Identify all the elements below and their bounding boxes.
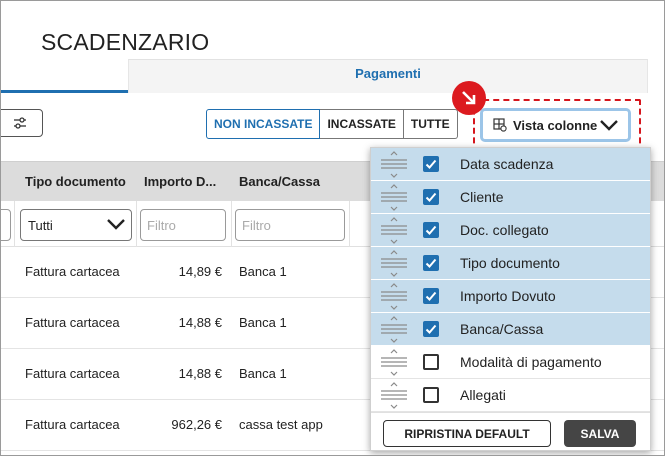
column-divider — [14, 201, 15, 247]
banca-filter-input[interactable]: Filtro — [235, 209, 345, 241]
importo-filter-input[interactable]: Filtro — [140, 209, 226, 241]
app-frame: SCADENZARIO Pagamenti NON INCASSATE INCA… — [0, 0, 665, 456]
drag-handle-icon[interactable] — [380, 316, 408, 343]
column-option-label: Allegati — [460, 387, 506, 403]
column-option-data-scadenza[interactable]: Data scadenza — [371, 148, 650, 181]
header-importo-dovuto[interactable]: Importo D... — [144, 174, 216, 189]
columns-menu-footer: RIPRISTINA DEFAULT SALVA — [371, 412, 650, 450]
header-tipo-documento[interactable]: Tipo documento — [25, 174, 126, 189]
column-option-banca-cassa[interactable]: Banca/Cassa — [371, 313, 650, 346]
tipo-documento-select-value: Tutti — [28, 218, 53, 233]
ripristina-default-button[interactable]: RIPRISTINA DEFAULT — [383, 420, 551, 447]
column-option-label: Data scadenza — [460, 156, 554, 172]
tutte-button[interactable]: TUTTE — [403, 109, 458, 139]
checkbox-checked-icon[interactable] — [423, 222, 439, 238]
checkbox-checked-icon[interactable] — [423, 321, 439, 337]
column-option-label: Importo Dovuto — [460, 288, 556, 304]
column-option-label: Tipo documento — [460, 255, 560, 271]
column-option-label: Cliente — [460, 189, 504, 205]
column-option-modalita-pagamento[interactable]: Modalità di pagamento — [371, 346, 650, 379]
filter-input-prev[interactable] — [1, 209, 11, 241]
checkbox-checked-icon[interactable] — [423, 255, 439, 271]
chevron-down-icon — [107, 219, 125, 230]
arrow-indicator-icon — [452, 81, 486, 115]
cell-banca: Banca 1 — [239, 315, 287, 330]
tab-pagamenti[interactable]: Pagamenti — [128, 59, 648, 93]
chevron-down-icon — [600, 120, 618, 131]
tab-pagamenti-label: Pagamenti — [355, 66, 421, 81]
drag-handle-icon[interactable] — [380, 349, 408, 376]
status-filter-group: NON INCASSATE INCASSATE TUTTE — [206, 109, 458, 139]
sliders-icon — [14, 117, 26, 129]
cell-banca: Banca 1 — [239, 366, 287, 381]
column-divider — [136, 201, 137, 247]
column-option-doc-collegato[interactable]: Doc. collegato — [371, 214, 650, 247]
banca-filter-placeholder: Filtro — [242, 218, 271, 233]
non-incassate-button[interactable]: NON INCASSATE — [206, 109, 321, 139]
importo-filter-placeholder: Filtro — [147, 218, 176, 233]
checkbox-checked-icon[interactable] — [423, 156, 439, 172]
tipo-documento-select[interactable]: Tutti — [20, 209, 132, 241]
cell-importo: 14,88 € — [178, 315, 222, 330]
drag-handle-icon[interactable] — [380, 184, 408, 211]
cell-importo: 14,89 € — [178, 264, 222, 279]
column-divider — [231, 201, 232, 247]
salva-button[interactable]: SALVA — [564, 420, 636, 447]
column-option-tipo-documento[interactable]: Tipo documento — [371, 247, 650, 280]
cell-tipo: Fattura cartacea — [25, 264, 120, 279]
column-option-allegati[interactable]: Allegati — [371, 379, 650, 412]
vista-colonne-button[interactable]: Vista colonne — [480, 108, 631, 142]
drag-handle-icon[interactable] — [380, 250, 408, 277]
cell-tipo: Fattura cartacea — [25, 315, 120, 330]
cell-importo: 14,88 € — [178, 366, 222, 381]
cell-tipo: Fattura cartacea — [25, 417, 120, 432]
columns-menu: Data scadenza Cliente Doc. collegato Tip… — [370, 147, 651, 451]
cell-tipo: Fattura cartacea — [25, 366, 120, 381]
column-option-label: Doc. collegato — [460, 222, 549, 238]
cell-banca: Banca 1 — [239, 264, 287, 279]
column-option-importo-dovuto[interactable]: Importo Dovuto — [371, 280, 650, 313]
drag-handle-icon[interactable] — [380, 217, 408, 244]
drag-handle-icon[interactable] — [380, 382, 408, 409]
header-banca-cassa[interactable]: Banca/Cassa — [239, 174, 320, 189]
cell-banca: cassa test app — [239, 417, 323, 432]
incassate-button[interactable]: INCASSATE — [320, 109, 404, 139]
columns-settings-icon — [493, 118, 507, 132]
cell-importo: 962,26 € — [171, 417, 222, 432]
drag-handle-icon[interactable] — [380, 283, 408, 310]
checkbox-unchecked-icon[interactable] — [423, 387, 439, 403]
tab-incassi[interactable] — [1, 59, 128, 93]
filter-settings-button[interactable] — [1, 109, 43, 137]
checkbox-checked-icon[interactable] — [423, 288, 439, 304]
column-option-label: Banca/Cassa — [460, 321, 544, 337]
column-option-cliente[interactable]: Cliente — [371, 181, 650, 214]
drag-handle-icon[interactable] — [380, 151, 408, 178]
tab-bar: Pagamenti — [1, 59, 664, 93]
checkbox-checked-icon[interactable] — [423, 189, 439, 205]
vista-colonne-label: Vista colonne — [513, 117, 598, 133]
checkbox-unchecked-icon[interactable] — [423, 354, 439, 370]
column-option-label: Modalità di pagamento — [460, 354, 602, 370]
column-divider — [349, 201, 350, 247]
page-title: SCADENZARIO — [41, 29, 210, 55]
